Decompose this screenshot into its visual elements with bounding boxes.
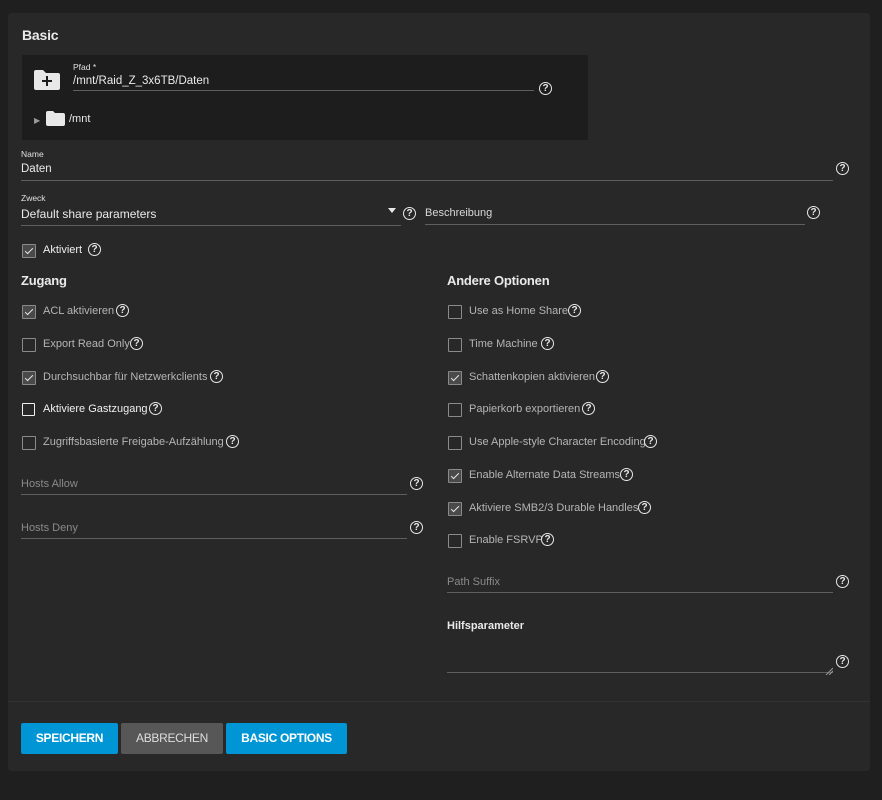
help-icon[interactable]: ? bbox=[836, 655, 849, 668]
path-underline bbox=[73, 90, 534, 91]
help-icon[interactable]: ? bbox=[539, 82, 552, 95]
access-based-enum-label: Zugriffsbasierte Freigabe-Aufzählung bbox=[43, 436, 224, 448]
help-icon[interactable]: ? bbox=[807, 206, 820, 219]
help-icon[interactable]: ? bbox=[149, 402, 162, 415]
help-icon[interactable]: ? bbox=[596, 370, 609, 383]
help-icon[interactable]: ? bbox=[116, 304, 129, 317]
help-icon[interactable]: ? bbox=[541, 533, 554, 546]
help-icon[interactable]: ? bbox=[620, 468, 633, 481]
guest-access-checkbox[interactable] bbox=[22, 403, 35, 416]
path-explorer: Pfad * /mnt/Raid_Z_3x6TB/Daten ? ▶ /mnt bbox=[22, 55, 588, 140]
help-icon[interactable]: ? bbox=[568, 304, 581, 317]
aux-params-textarea[interactable] bbox=[447, 636, 833, 671]
apple-encoding-checkbox[interactable] bbox=[448, 436, 462, 450]
help-icon[interactable]: ? bbox=[541, 337, 554, 350]
path-suffix-input[interactable]: Path Suffix bbox=[447, 576, 500, 588]
guest-access-label: Aktiviere Gastzugang bbox=[43, 403, 148, 415]
hosts-allow-underline bbox=[21, 494, 407, 495]
basic-options-button[interactable]: BASIC OPTIONS bbox=[226, 723, 347, 754]
section-title-other: Andere Optionen bbox=[447, 273, 550, 288]
help-icon[interactable]: ? bbox=[836, 162, 849, 175]
browsable-label: Durchsuchbar für Netzwerkclients bbox=[43, 371, 208, 383]
durable-handles-label: Aktiviere SMB2/3 Durable Handles bbox=[469, 502, 639, 514]
section-title-access: Zugang bbox=[21, 273, 67, 288]
help-icon[interactable]: ? bbox=[638, 501, 651, 514]
browsable-checkbox[interactable] bbox=[22, 371, 36, 385]
help-icon[interactable]: ? bbox=[403, 207, 416, 220]
folder-icon bbox=[46, 111, 65, 126]
purpose-label: Zweck bbox=[21, 193, 46, 203]
help-icon[interactable]: ? bbox=[582, 402, 595, 415]
alternate-data-streams-label: Enable Alternate Data Streams bbox=[469, 469, 621, 481]
section-title-basic: Basic bbox=[22, 27, 59, 43]
export-read-only-checkbox[interactable] bbox=[22, 338, 36, 352]
name-label: Name bbox=[21, 149, 44, 159]
resize-handle-icon[interactable] bbox=[825, 662, 834, 676]
hosts-deny-underline bbox=[21, 538, 407, 539]
aux-params-underline bbox=[447, 672, 833, 673]
save-button[interactable]: SPEICHERN bbox=[21, 723, 118, 754]
smb-share-form-card: Basic Pfad * /mnt/Raid_Z_3x6TB/Daten ? ▶… bbox=[8, 13, 870, 771]
fsrvp-label: Enable FSRVP bbox=[469, 534, 543, 546]
export-read-only-label: Export Read Only bbox=[43, 338, 130, 350]
name-input[interactable]: Daten bbox=[21, 163, 52, 175]
home-share-checkbox[interactable] bbox=[448, 305, 462, 319]
fsrvp-checkbox[interactable] bbox=[448, 534, 462, 548]
recycle-bin-checkbox[interactable] bbox=[448, 403, 462, 417]
help-icon[interactable]: ? bbox=[836, 575, 849, 588]
description-underline bbox=[425, 224, 805, 225]
enabled-checkbox[interactable] bbox=[22, 244, 36, 258]
path-label: Pfad * bbox=[73, 62, 97, 72]
path-suffix-underline bbox=[447, 592, 833, 593]
enabled-label: Aktiviert bbox=[43, 244, 83, 256]
apple-encoding-label: Use Apple-style Character Encoding bbox=[469, 436, 646, 448]
help-icon[interactable]: ? bbox=[130, 337, 143, 350]
hosts-allow-input[interactable]: Hosts Allow bbox=[21, 478, 78, 490]
access-based-enum-checkbox[interactable] bbox=[22, 436, 36, 450]
purpose-underline bbox=[21, 225, 401, 226]
help-icon[interactable]: ? bbox=[88, 243, 101, 256]
home-share-label: Use as Home Share bbox=[469, 305, 569, 317]
description-input[interactable]: Beschreibung bbox=[425, 207, 492, 219]
name-underline bbox=[21, 180, 833, 181]
aux-params-label: Hilfsparameter bbox=[447, 620, 525, 632]
help-icon[interactable]: ? bbox=[644, 435, 657, 448]
folder-plus-icon[interactable] bbox=[33, 69, 61, 91]
hosts-deny-input[interactable]: Hosts Deny bbox=[21, 522, 78, 534]
acl-checkbox[interactable] bbox=[22, 305, 36, 319]
help-icon[interactable]: ? bbox=[226, 435, 239, 448]
time-machine-label: Time Machine bbox=[469, 338, 538, 350]
shadow-copies-label: Schattenkopien aktivieren bbox=[469, 371, 595, 383]
caret-down-icon[interactable] bbox=[388, 208, 396, 213]
help-icon[interactable]: ? bbox=[410, 477, 423, 490]
shadow-copies-checkbox[interactable] bbox=[448, 371, 462, 385]
tree-node-mnt[interactable]: /mnt bbox=[69, 113, 90, 125]
acl-label: ACL aktivieren bbox=[43, 305, 115, 317]
purpose-select[interactable]: Default share parameters bbox=[21, 207, 156, 221]
time-machine-checkbox[interactable] bbox=[448, 338, 462, 352]
triangle-right-icon[interactable]: ▶ bbox=[34, 116, 40, 125]
help-icon[interactable]: ? bbox=[410, 521, 423, 534]
recycle-bin-label: Papierkorb exportieren bbox=[469, 403, 581, 415]
durable-handles-checkbox[interactable] bbox=[448, 502, 462, 516]
alternate-data-streams-checkbox[interactable] bbox=[448, 469, 462, 483]
footer-divider bbox=[8, 701, 870, 702]
help-icon[interactable]: ? bbox=[210, 370, 223, 383]
path-input[interactable]: /mnt/Raid_Z_3x6TB/Daten bbox=[73, 75, 209, 87]
cancel-button[interactable]: ABBRECHEN bbox=[121, 723, 223, 754]
